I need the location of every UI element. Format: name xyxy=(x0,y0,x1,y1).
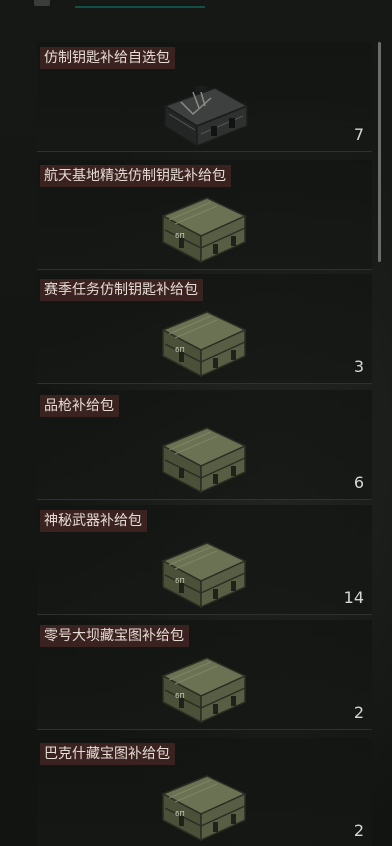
inventory-screen: 仿制钥匙补给自选包 7 航天基地精选仿制钥匙补给包 6П 赛季任务仿制钥匙补给包… xyxy=(0,0,392,846)
black-crate-icon xyxy=(163,86,249,148)
list-item[interactable]: 零号大坝藏宝图补给包 6П 2 xyxy=(37,620,372,730)
crate-stencil: 6П xyxy=(175,232,185,240)
item-count: 6 xyxy=(353,473,364,492)
item-name: 品枪补给包 xyxy=(40,395,119,417)
crate-stencil: 6П xyxy=(175,346,185,354)
divider xyxy=(37,151,372,152)
green-crate-icon: 6П xyxy=(161,197,247,264)
top-bar xyxy=(0,0,392,12)
divider xyxy=(37,499,372,500)
scrollbar[interactable] xyxy=(378,42,381,262)
green-crate-icon: 6П xyxy=(161,775,247,842)
list-item[interactable]: 赛季任务仿制钥匙补给包 6П 3 xyxy=(37,274,372,384)
list-item[interactable]: 神秘武器补给包 6П 14 xyxy=(37,505,372,615)
green-crate-icon: 6П xyxy=(161,542,247,609)
divider xyxy=(37,269,372,270)
green-crate-icon: 6П xyxy=(161,657,247,724)
item-name: 神秘武器补给包 xyxy=(40,510,147,532)
list-item[interactable]: 航天基地精选仿制钥匙补给包 6П xyxy=(37,160,372,270)
divider xyxy=(37,614,372,615)
item-count: 2 xyxy=(353,703,364,722)
green-crate-icon xyxy=(161,427,247,494)
item-name: 航天基地精选仿制钥匙补给包 xyxy=(40,165,231,187)
item-count: 7 xyxy=(353,125,364,144)
item-name: 巴克什藏宝图补给包 xyxy=(40,743,175,765)
divider xyxy=(37,729,372,730)
item-name: 赛季任务仿制钥匙补给包 xyxy=(40,279,203,301)
item-name: 零号大坝藏宝图补给包 xyxy=(40,625,189,647)
item-name: 仿制钥匙补给自选包 xyxy=(40,47,175,69)
crate-stencil: 6П xyxy=(175,810,185,818)
active-tab-indicator xyxy=(75,6,205,8)
green-crate-icon: 6П xyxy=(161,311,247,378)
item-count: 14 xyxy=(343,588,364,607)
divider xyxy=(37,383,372,384)
item-count: 3 xyxy=(353,357,364,376)
supply-pack-list: 仿制钥匙补给自选包 7 航天基地精选仿制钥匙补给包 6П 赛季任务仿制钥匙补给包… xyxy=(37,42,372,846)
list-item[interactable]: 仿制钥匙补给自选包 7 xyxy=(37,42,372,152)
item-count: 2 xyxy=(353,821,364,840)
crate-stencil: 6П xyxy=(175,577,185,585)
panel-icon[interactable] xyxy=(34,0,50,6)
list-item[interactable]: 巴克什藏宝图补给包 6П 2 xyxy=(37,738,372,846)
crate-stencil: 6П xyxy=(175,692,185,700)
list-item[interactable]: 品枪补给包 6 xyxy=(37,390,372,500)
